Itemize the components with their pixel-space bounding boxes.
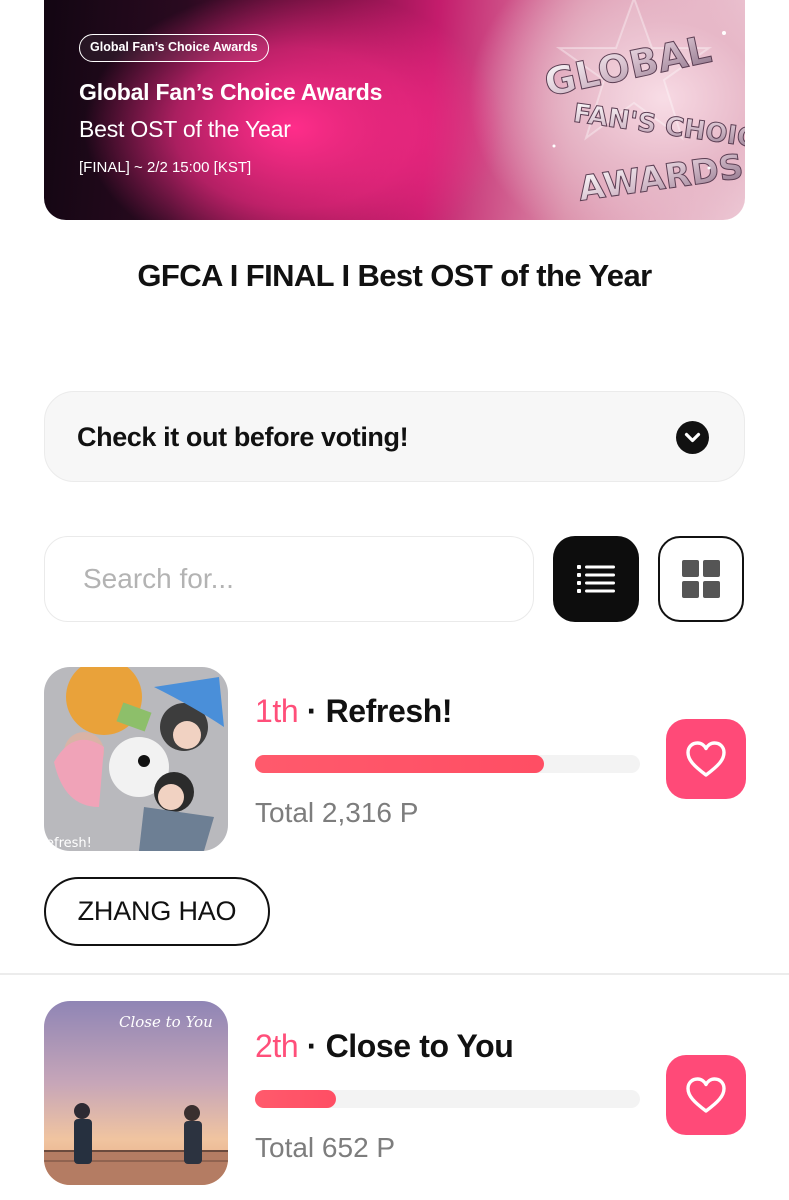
divider (0, 973, 789, 975)
album-cover[interactable]: Close to You (44, 1001, 228, 1185)
accordion-label: Check it out before voting! (77, 422, 409, 452)
song-title: Refresh! (325, 693, 453, 729)
chevron-down-icon[interactable] (676, 421, 709, 454)
vote-button[interactable] (666, 1055, 746, 1135)
heart-icon (686, 1077, 726, 1113)
vote-button[interactable] (666, 719, 746, 799)
vote-total: Total 652 P (255, 1132, 396, 1163)
list-icon (577, 565, 615, 593)
heart-icon (686, 741, 726, 777)
rank-label: 2th (255, 1028, 299, 1064)
list-view-button[interactable] (553, 536, 639, 622)
rank-label: 1th (255, 693, 299, 729)
banner-title: Global Fan’s Choice Awards (79, 79, 383, 105)
banner-subtitle: Best OST of the Year (79, 116, 291, 142)
separator-dot: · (306, 1028, 318, 1064)
search-input[interactable] (81, 559, 501, 599)
search-box[interactable] (44, 536, 534, 622)
awards-logo: GLOBAL FAN'S CHOICE AWARDS (540, 0, 745, 210)
separator-dot: · (306, 693, 318, 729)
vote-total: Total 2,316 P (255, 797, 419, 828)
rank-title: 1th · Refresh! (255, 693, 453, 730)
vote-progress-track (255, 755, 640, 773)
song-title: Close to You (325, 1028, 514, 1064)
cover-title-text: efresh! (46, 836, 92, 851)
logo-text-line-3: AWARDS (576, 147, 745, 210)
voting-info-accordion[interactable]: Check it out before voting! (44, 391, 745, 482)
vote-progress-fill (255, 755, 544, 773)
grid-view-button[interactable] (658, 536, 744, 622)
banner-chip: Global Fan’s Choice Awards (79, 34, 269, 62)
vote-progress-track (255, 1090, 640, 1108)
album-cover[interactable]: efresh! (44, 667, 228, 851)
banner-date: [FINAL] ~ 2/2 15:00 [KST] (79, 159, 252, 176)
vote-progress-fill (255, 1090, 336, 1108)
rank-title: 2th · Close to You (255, 1028, 514, 1065)
page-title: GFCA I FINAL I Best OST of the Year (137, 258, 652, 293)
cover-title-text: Close to You (119, 1013, 213, 1031)
event-banner[interactable]: Global Fan’s Choice Awards Global Fan’s … (44, 0, 745, 220)
grid-icon (682, 560, 720, 598)
artist-chip[interactable]: ZHANG HAO (44, 877, 270, 946)
